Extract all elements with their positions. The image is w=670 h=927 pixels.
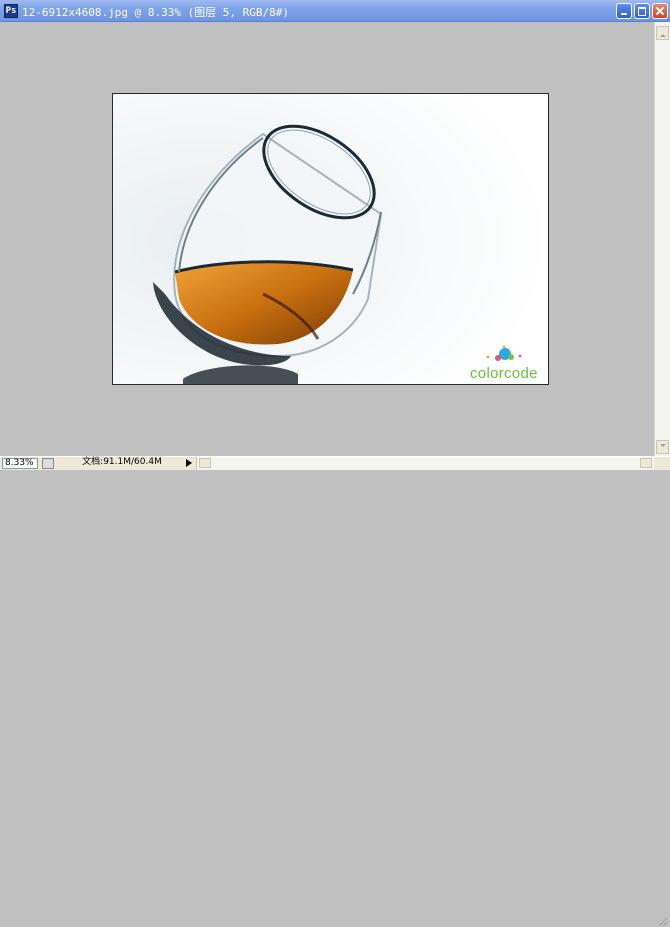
brandy-glass-photo	[113, 94, 548, 384]
zoom-input[interactable]: 8.33%	[2, 458, 38, 469]
document-size-info: 文档:91.1M/60.4M	[82, 457, 162, 467]
vertical-scrollbar[interactable]	[654, 22, 670, 456]
watermark-text: colorcode	[470, 365, 538, 382]
colorcode-logo: colorcode	[470, 345, 542, 385]
minimize-icon[interactable]	[616, 3, 632, 19]
scroll-right-icon[interactable]	[640, 458, 652, 468]
status-menu-arrow-icon[interactable]	[186, 459, 192, 467]
colorcode-mark-icon	[486, 345, 522, 361]
scroll-up-icon[interactable]	[656, 26, 669, 40]
close-icon[interactable]	[652, 3, 668, 19]
scroll-down-icon[interactable]	[656, 440, 669, 454]
maximize-icon[interactable]	[634, 3, 650, 19]
resize-grip-icon[interactable]	[655, 914, 669, 927]
window-title: 12-6912x4608.jpg @ 8.33% (图层 5, RGB/8#)	[22, 6, 290, 19]
navigator-icon[interactable]	[42, 458, 54, 469]
title-bar[interactable]: Ps 12-6912x4608.jpg @ 8.33% (图层 5, RGB/8…	[0, 0, 670, 22]
photoshop-app-icon[interactable]: Ps	[4, 4, 18, 18]
status-bar: 8.33% 文档:91.1M/60.4M	[0, 456, 670, 927]
document-image[interactable]	[112, 93, 549, 385]
horizontal-scrollbar[interactable]	[196, 457, 654, 470]
scroll-left-icon[interactable]	[199, 458, 211, 468]
